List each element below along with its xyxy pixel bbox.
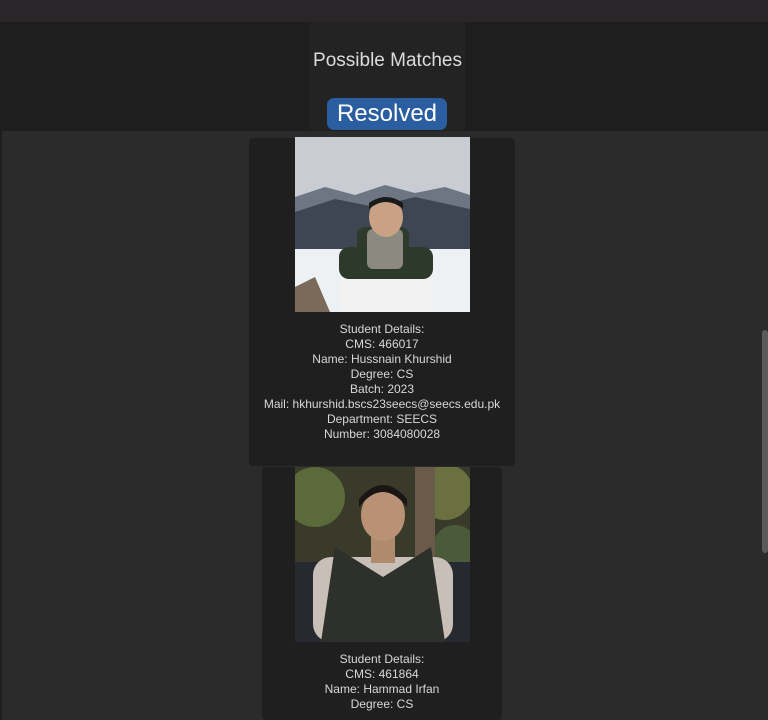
name-field: Name: Hussnain Khurshid: [312, 352, 452, 366]
page-title: Possible Matches: [313, 50, 462, 71]
details-heading: Student Details:: [339, 652, 425, 666]
details-heading: Student Details:: [339, 322, 425, 336]
student-photo: [295, 467, 470, 642]
degree-field: Degree: CS: [350, 367, 414, 381]
batch-field: Batch: 2023: [349, 382, 415, 396]
degree-field: Degree: CS: [350, 697, 414, 711]
cms-field: CMS: 461864: [345, 667, 419, 681]
scrollbar-thumb[interactable]: [762, 330, 768, 553]
cms-field: CMS: 466017: [345, 337, 419, 351]
name-field: Name: Hammad Irfan: [324, 682, 440, 696]
department-field: Department: SEECS: [326, 412, 438, 426]
window-top-bar: [0, 0, 768, 22]
mail-field: Mail: hkhurshid.bscs23seecs@seecs.edu.pk: [263, 397, 501, 411]
student-photo: [295, 137, 470, 312]
student-details: Student Details: CMS: 461864 Name: Hamma…: [249, 652, 515, 712]
number-field: Number: 3084080028: [323, 427, 441, 441]
student-details: Student Details: CMS: 466017 Name: Hussn…: [249, 322, 515, 442]
resolved-button[interactable]: Resolved: [327, 98, 447, 130]
